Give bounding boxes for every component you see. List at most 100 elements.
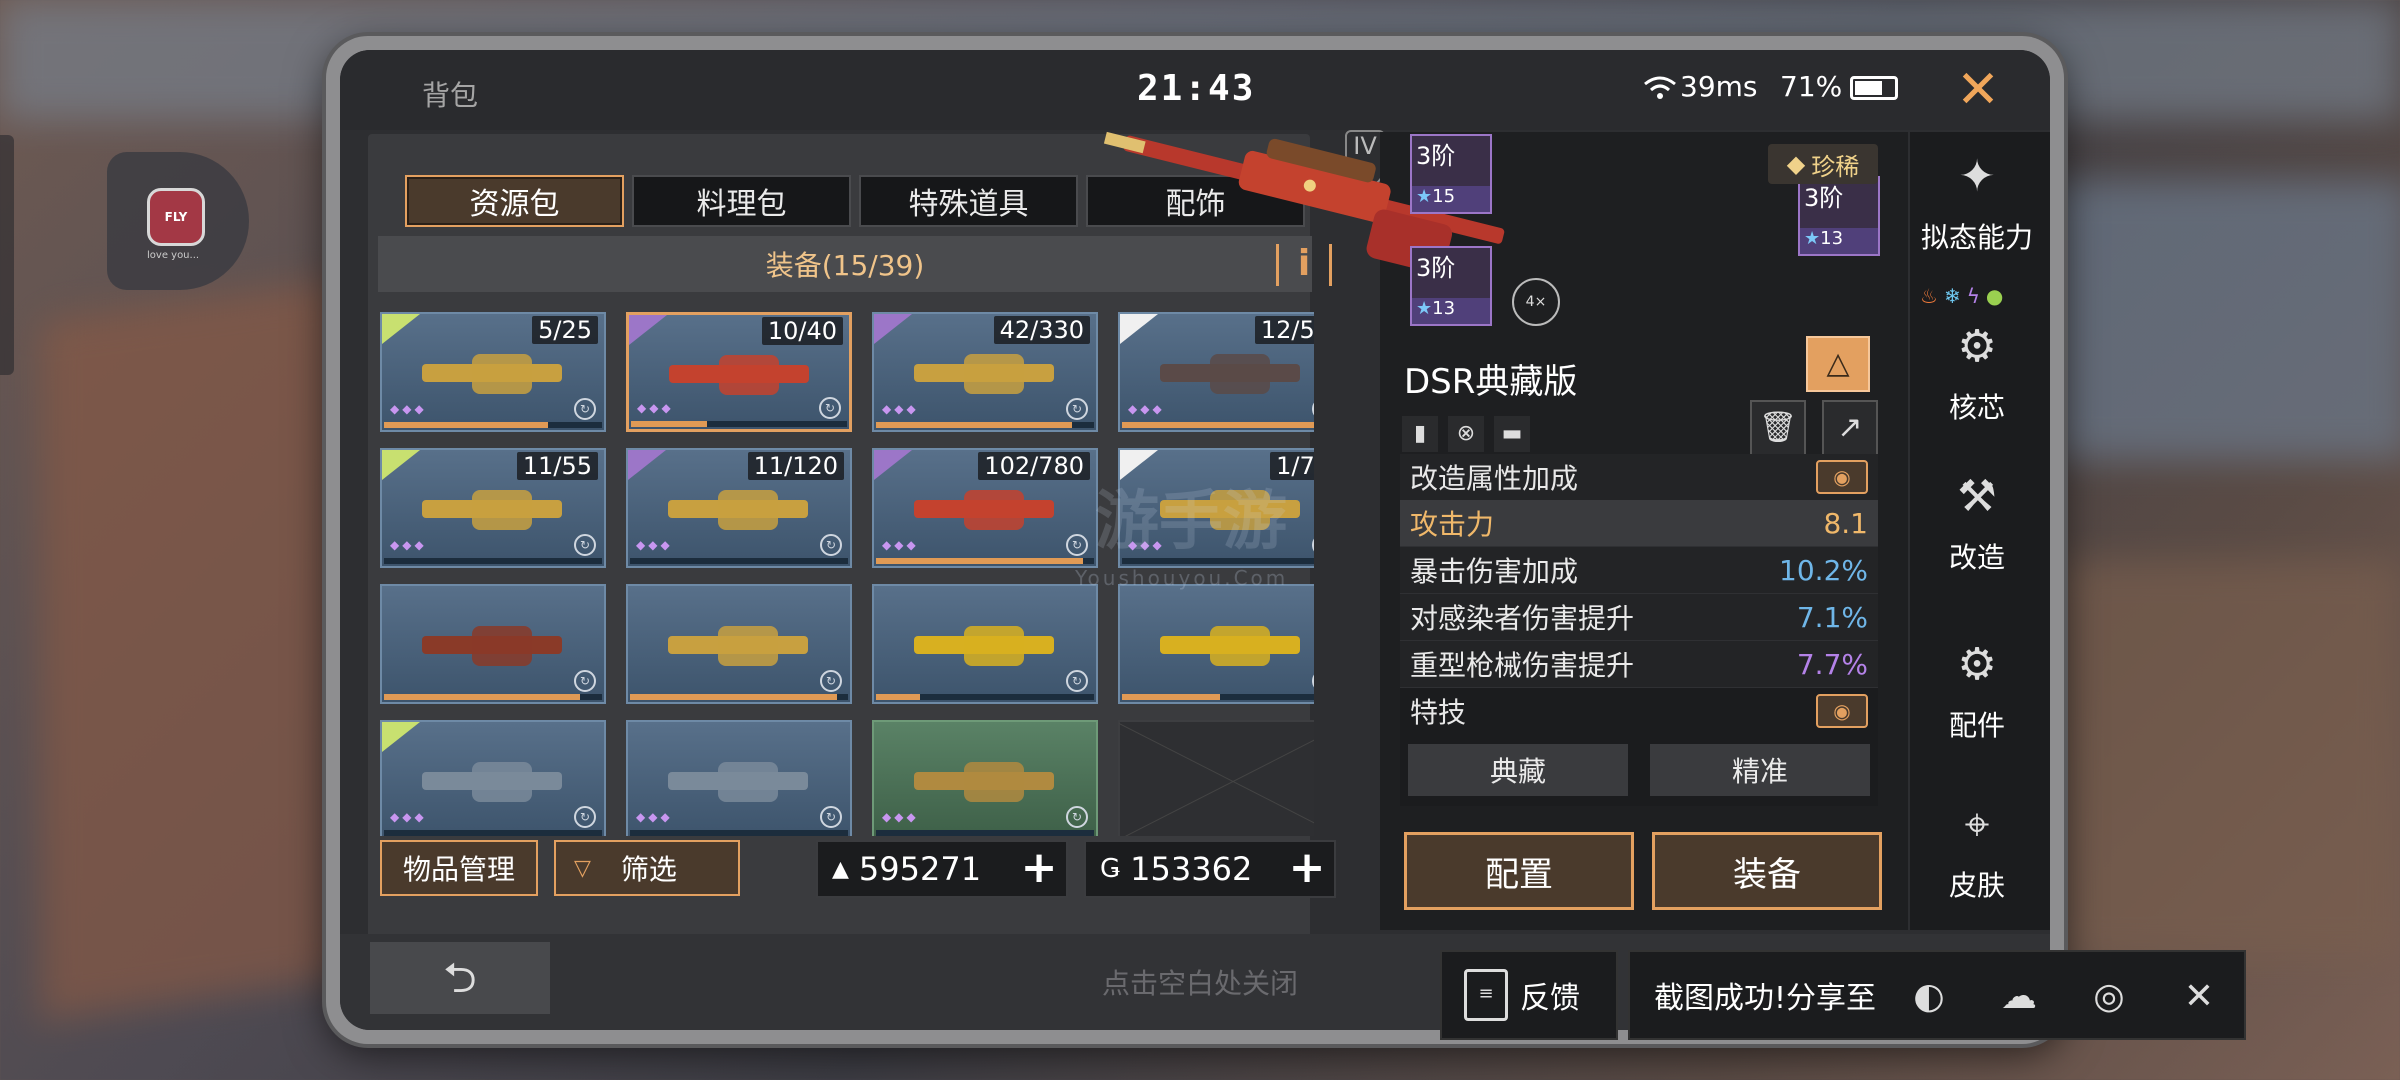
jet-icon	[914, 626, 1054, 666]
weibo-icon[interactable]: ◐	[1902, 970, 1956, 1024]
mod-status-icon: ↻	[1066, 398, 1088, 420]
mod-status-icon: ↻	[1066, 806, 1088, 828]
sidebar-item-4[interactable]: ⌖ 皮肤	[1915, 790, 2039, 904]
progress-fill	[876, 694, 920, 700]
equipment-slot[interactable]: ↻	[380, 584, 606, 704]
tab-1[interactable]: 料理包	[632, 175, 851, 227]
parts-icon: ⚙	[1957, 639, 1997, 690]
attachment-slot-1[interactable]: 3阶 ★15	[1410, 134, 1492, 214]
progress-bar	[876, 694, 1094, 700]
side-handle[interactable]	[0, 135, 14, 375]
add-gold-button[interactable]: +	[1018, 846, 1060, 890]
share-text: 截图成功!分享至	[1654, 981, 1877, 1016]
crosshair-icon: ⊗	[1448, 416, 1484, 452]
trash-icon[interactable]: 🗑	[1750, 400, 1806, 456]
equipment-slot[interactable]: ◆◆◆ ↻	[380, 720, 606, 836]
floating-ball-caption: love you...	[147, 250, 200, 261]
filter-label: 筛选	[620, 853, 677, 886]
sidebar-item-0[interactable]: ✦ 拟态能力	[1915, 142, 2039, 256]
equipment-slot[interactable]: ↻	[872, 584, 1098, 704]
camera-icon[interactable]: ◎	[2082, 970, 2136, 1024]
stat-row: 对感染者伤害提升 7.1%	[1400, 594, 1878, 641]
equipment-slot[interactable]: 5/25 ◆◆◆ ↻	[380, 312, 606, 432]
stat-value: 10.2%	[1779, 553, 1868, 587]
coin-amount: 153362	[1130, 850, 1253, 888]
progress-bar	[630, 558, 848, 564]
equipment-slot[interactable]: ↻	[626, 584, 852, 704]
axe-icon	[422, 626, 562, 666]
floating-ball[interactable]: FLY love you...	[107, 152, 249, 290]
slot-stars: ★13	[1800, 228, 1878, 254]
weapon-name: DSR典藏版	[1404, 362, 1578, 402]
attachment-slot-3[interactable]: 3阶 ★13	[1410, 246, 1492, 326]
gold-icon: ▲	[832, 856, 849, 882]
sidebar-label: 配件	[1948, 709, 2005, 742]
feedback-label: 反馈	[1520, 981, 1580, 1016]
back-button[interactable]: ⮌	[370, 942, 550, 1014]
weapon-tags: ▮ ⊗ ▬	[1402, 416, 1530, 452]
item-count: 42/330	[993, 316, 1090, 344]
upgrade-icon: △	[1826, 346, 1850, 381]
screenshot-share-bar: 截图成功!分享至 ◐ ☁ ◎ ✕	[1628, 950, 2246, 1040]
item-count: 102/780	[978, 452, 1090, 480]
equipment-slot[interactable]: ◆◆◆ ↻	[872, 720, 1098, 836]
progress-fill	[631, 421, 707, 427]
eye-icon[interactable]: ◉	[1816, 694, 1868, 728]
slot-star-value: 13	[1820, 228, 1844, 249]
battery-icon	[1850, 76, 1898, 100]
progress-fill	[630, 694, 838, 700]
mod-status-icon: ↻	[820, 806, 842, 828]
mod-bonus-label: 改造属性加成	[1410, 462, 1579, 495]
sidebar-item-2[interactable]: ⚒ 改造	[1915, 462, 2039, 576]
pickaxe-icon	[668, 626, 808, 666]
floating-ball-icon: FLY	[147, 188, 205, 246]
sidebar-item-3[interactable]: ⚙ 配件	[1915, 630, 2039, 744]
progress-fill	[384, 694, 581, 700]
config-label: 配置	[1485, 854, 1553, 895]
feedback-button[interactable]: ≡ 反馈	[1440, 950, 1618, 1040]
sidebar-item-1[interactable]: ⚙ 核芯	[1915, 312, 2039, 426]
equipment-slot[interactable]: 12/55◆◆◆↻	[1118, 312, 1314, 432]
add-coin-button[interactable]: +	[1286, 846, 1328, 890]
stat-label: 重型枪械伤害提升	[1410, 649, 1635, 682]
scope-icon[interactable]: 4×	[1512, 278, 1560, 326]
skin-icon: ⌖	[1964, 799, 1990, 850]
star-icon: ★	[1416, 186, 1433, 207]
jet-icon	[1160, 626, 1300, 666]
filter-button[interactable]: ▽ 筛选	[554, 840, 740, 896]
tab-0[interactable]: 资源包	[405, 175, 624, 227]
equipment-slot[interactable]: 42/330 ◆◆◆ ↻	[872, 312, 1098, 432]
equipment-slot[interactable]: ↻	[1118, 584, 1314, 704]
tab-2[interactable]: 特殊道具	[859, 175, 1078, 227]
filter-icon: ▽	[574, 855, 591, 881]
equipment-slot[interactable]: 11/55 ◆◆◆ ↻	[380, 448, 606, 568]
slot-stars: ★15	[1412, 186, 1490, 212]
equip-button[interactable]: 装备	[1652, 832, 1882, 910]
stat-row: 暴击伤害加成 10.2%	[1400, 547, 1878, 594]
equipment-slot[interactable]	[1118, 720, 1314, 836]
slot-level: 3阶	[1416, 142, 1456, 170]
trait-tag[interactable]: 典藏	[1408, 744, 1628, 796]
trait-tag[interactable]: 精准	[1650, 744, 1870, 796]
wifi-icon	[1643, 76, 1677, 107]
close-button[interactable]: ✕	[1948, 60, 2008, 120]
clipboard-icon: ≡	[1464, 969, 1508, 1021]
close-share-icon[interactable]: ✕	[2172, 970, 2226, 1024]
sidebar-label: 改造	[1948, 541, 2005, 574]
equipment-slot[interactable]: 102/780 ◆◆◆ ↻	[872, 448, 1098, 568]
eye-icon[interactable]: ◉	[1816, 460, 1868, 494]
item-manage-button[interactable]: 物品管理	[380, 840, 538, 896]
star-rank-icon: ◆◆◆	[882, 402, 919, 416]
wechat-icon[interactable]: ☁	[1992, 970, 2046, 1024]
tap-to-close-hint[interactable]: 点击空白处关闭	[1102, 962, 1298, 1002]
upgrade-button[interactable]: △	[1806, 336, 1870, 392]
share-icon[interactable]: ↗	[1822, 400, 1878, 456]
progress-bar	[630, 694, 848, 700]
config-button[interactable]: 配置	[1404, 832, 1634, 910]
rarity-label: 珍稀	[1811, 152, 1860, 181]
star-icon: ★	[1416, 298, 1433, 319]
attachment-slot-2[interactable]: 3阶 ★13	[1798, 176, 1880, 256]
equipment-slot[interactable]: 11/120 ◆◆◆ ↻	[626, 448, 852, 568]
equipment-slot[interactable]: ◆◆◆ ↻	[626, 720, 852, 836]
equipment-slot[interactable]: 10/40 ◆◆◆ ↻	[626, 312, 852, 432]
